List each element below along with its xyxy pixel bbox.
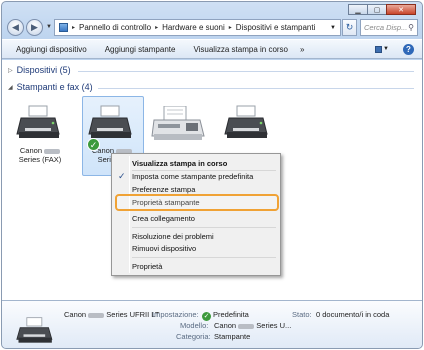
- printer-icon: [16, 317, 53, 343]
- group-label: Dispositivi (5): [16, 65, 71, 75]
- redacted-model: [44, 148, 61, 154]
- detail-category-value: Stampante: [214, 332, 251, 341]
- add-device-button[interactable]: Aggiungi dispositivo: [16, 45, 87, 54]
- detail-status-value: 0 documento/i in coda: [316, 310, 390, 319]
- menu-gutter: [129, 156, 130, 273]
- group-header-printers[interactable]: ◢ Stampanti e fax (4): [8, 82, 93, 92]
- check-icon: ✓: [118, 171, 126, 181]
- breadcrumb-hardware-sound[interactable]: Hardware e suoni: [162, 23, 225, 32]
- group-divider: [98, 88, 414, 89]
- back-button[interactable]: ◀: [7, 19, 24, 36]
- breadcrumb-separator-icon[interactable]: ▸: [229, 24, 232, 31]
- see-printing-button[interactable]: Visualizza stampa in corso: [193, 45, 288, 54]
- address-dropdown-icon[interactable]: ▼: [330, 25, 336, 31]
- menu-item-focus-ring: [115, 194, 279, 211]
- menu-item-see-printing[interactable]: Visualizza stampa in corso: [132, 159, 227, 169]
- redacted-model: [88, 312, 105, 318]
- detail-model-value: Canon Series U...: [214, 320, 291, 331]
- details-pane: Canon Series UFRII LT Impostazione: ✓ Pre…: [2, 300, 422, 348]
- printer-icon: [16, 105, 60, 138]
- menu-separator: [132, 170, 276, 171]
- navigation-bar: ◀ ▶ ▼ ▸ Pannello di controllo ▸ Hardware…: [2, 16, 422, 38]
- detail-label: Modello:: [180, 321, 209, 330]
- collapse-icon[interactable]: ◢: [8, 84, 13, 91]
- redacted-model: [238, 323, 255, 329]
- back-arrow-icon: ◀: [12, 22, 19, 32]
- detail-printer-name: Canon Series UFRII LT: [64, 309, 160, 320]
- forward-button[interactable]: ▶: [26, 19, 43, 36]
- address-bar[interactable]: ▸ Pannello di controllo ▸ Hardware e suo…: [54, 19, 341, 36]
- menu-separator: [132, 257, 276, 258]
- chevron-down-icon: ▼: [383, 46, 389, 52]
- breadcrumb-separator-icon[interactable]: ▸: [155, 24, 158, 31]
- context-menu: Visualizza stampa in corso ✓ Imposta com…: [111, 153, 281, 276]
- window-caption-buttons: ▁ ▢ ✕: [348, 4, 416, 15]
- group-label: Stampanti e fax (4): [16, 82, 93, 92]
- control-panel-icon: [59, 23, 68, 32]
- printer-item[interactable]: [220, 104, 276, 146]
- menu-item-set-default[interactable]: Imposta come stampante predefinita: [132, 172, 253, 182]
- view-icon: [375, 45, 383, 53]
- breadcrumb-separator-icon[interactable]: ▸: [72, 24, 75, 31]
- menu-item-troubleshoot[interactable]: Risoluzione dei problemi: [132, 232, 214, 242]
- refresh-button[interactable]: ↻: [342, 19, 357, 36]
- printer-icon: [224, 105, 268, 138]
- breadcrumb-control-panel[interactable]: Pannello di controllo: [79, 23, 151, 32]
- detail-label: Categoria:: [176, 332, 211, 341]
- devices-and-printers-window: ▁ ▢ ✕ ◀ ▶ ▼ ▸ Pannello di controllo ▸ Ha…: [1, 1, 423, 349]
- help-button[interactable]: ?: [403, 43, 414, 55]
- default-printer-check-icon: ✓: [87, 138, 100, 151]
- expand-icon[interactable]: ▷: [8, 67, 13, 74]
- printer-item[interactable]: [150, 105, 206, 148]
- add-printer-button[interactable]: Aggiungi stampante: [105, 45, 176, 54]
- menu-item-remove-device[interactable]: Rimuovi dispositivo: [132, 244, 196, 254]
- search-placeholder: Cerca Disp...: [364, 23, 408, 32]
- detail-label: Impostazione:: [152, 310, 199, 319]
- detail-model-prefix: Canon: [214, 321, 237, 330]
- group-divider: [78, 71, 414, 72]
- fax-icon: [151, 105, 205, 140]
- more-commands-button[interactable]: »: [300, 45, 304, 54]
- breadcrumb-devices-printers[interactable]: Dispositivi e stampanti: [236, 23, 316, 32]
- refresh-icon: ↻: [345, 22, 354, 32]
- change-view-button[interactable]: ▼: [375, 43, 389, 55]
- menu-item-create-shortcut[interactable]: Crea collegamento: [132, 214, 195, 224]
- menu-separator: [132, 227, 276, 228]
- detail-value: Predefinita: [213, 310, 249, 319]
- maximize-button[interactable]: ▢: [367, 4, 387, 15]
- printer-name: Canon: [19, 146, 42, 155]
- printer-name-line2: Series (FAX): [18, 155, 62, 164]
- close-button[interactable]: ✕: [386, 4, 416, 15]
- search-input[interactable]: Cerca Disp... ⚲: [360, 19, 418, 36]
- detail-label: Stato:: [292, 310, 312, 319]
- group-header-devices[interactable]: ▷ Dispositivi (5): [8, 65, 71, 75]
- command-toolbar: Aggiungi dispositivo Aggiungi stampante …: [2, 39, 422, 59]
- detail-name-prefix: Canon: [64, 310, 87, 319]
- recent-pages-dropdown[interactable]: ▼: [46, 24, 52, 30]
- search-icon[interactable]: ⚲: [408, 23, 414, 32]
- forward-arrow-icon: ▶: [31, 22, 38, 32]
- detail-model-suffix: Series U...: [256, 321, 292, 330]
- printer-item[interactable]: Canon Series (FAX): [12, 104, 68, 164]
- menu-item-properties[interactable]: Proprietà: [132, 262, 162, 272]
- minimize-button[interactable]: ▁: [348, 4, 368, 15]
- help-icon: ?: [406, 44, 411, 54]
